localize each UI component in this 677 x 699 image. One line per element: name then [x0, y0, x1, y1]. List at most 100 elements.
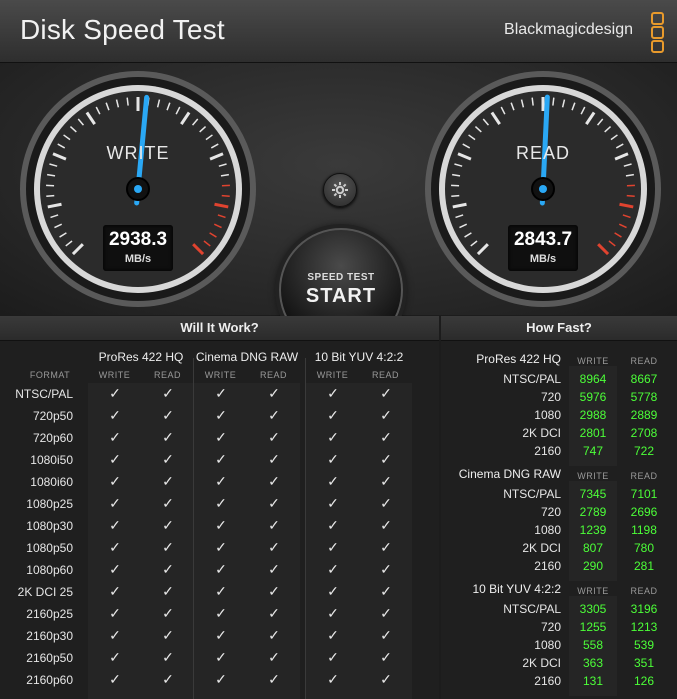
- how-fast-read-value: 2889: [630, 408, 658, 422]
- settings-button[interactable]: [323, 173, 357, 207]
- how-fast-codec-header: Cinema DNG RAW: [458, 467, 561, 481]
- check-icon: ✓: [109, 429, 121, 445]
- check-icon: ✓: [162, 407, 174, 423]
- how-fast-row-label: 720: [540, 620, 561, 634]
- write-header: WRITE: [316, 370, 349, 380]
- write-readout: 2938.3 MB/s: [103, 225, 173, 271]
- check-icon: ✓: [380, 451, 392, 467]
- check-icon: ✓: [215, 517, 227, 533]
- check-icon: ✓: [380, 649, 392, 665]
- how-fast-read-value: 5778: [630, 390, 658, 404]
- how-fast-read-value: 126: [633, 674, 655, 688]
- how-fast-read-header: READ: [630, 356, 658, 366]
- how-fast-row-label: 2160: [534, 559, 561, 573]
- check-icon: ✓: [162, 385, 174, 401]
- format-row-label: 1080p30: [26, 519, 73, 533]
- write-speed-unit: MB/s: [124, 253, 152, 265]
- how-fast-row-label: 1080: [534, 638, 561, 652]
- read-gauge: READ 2843.7 MB/s: [423, 69, 663, 309]
- how-fast-row-label: 2K DCI: [522, 656, 561, 670]
- check-icon: ✓: [109, 649, 121, 665]
- check-icon: ✓: [109, 517, 121, 533]
- how-fast-write-value: 558: [582, 638, 604, 652]
- how-fast-read-value: 351: [633, 656, 655, 670]
- check-icon: ✓: [268, 627, 280, 643]
- how-fast-write-value: 290: [582, 559, 604, 573]
- codec-column-bg: [88, 383, 194, 699]
- check-icon: ✓: [162, 429, 174, 445]
- read-readout: 2843.7 MB/s: [508, 225, 578, 271]
- write-header: WRITE: [204, 370, 237, 380]
- check-icon: ✓: [268, 539, 280, 555]
- read-header: READ: [153, 370, 181, 380]
- how-fast-row-label: 2160: [534, 674, 561, 688]
- check-icon: ✓: [109, 473, 121, 489]
- how-fast-read-value: 2696: [630, 505, 658, 519]
- how-fast-write-header: WRITE: [577, 356, 609, 366]
- format-row-label: 2160p60: [26, 673, 73, 687]
- how-fast-codec-header: ProRes 422 HQ: [476, 352, 561, 366]
- format-header: FORMAT: [29, 370, 71, 380]
- how-fast-write-value: 3305: [579, 602, 607, 616]
- gauge-hub-center: [539, 185, 547, 193]
- how-fast-read-value: 780: [633, 541, 655, 555]
- how-fast-write-value: 363: [582, 656, 604, 670]
- check-icon: ✓: [215, 429, 227, 445]
- check-icon: ✓: [327, 385, 339, 401]
- check-icon: ✓: [109, 561, 121, 577]
- will-it-work-panel: Will It Work? FORMAT ProRes 422 HQ WRITE RE…: [0, 316, 439, 699]
- check-icon: ✓: [268, 385, 280, 401]
- codec-column-bg: [306, 383, 412, 699]
- how-fast-write-header: WRITE: [577, 471, 609, 481]
- check-icon: ✓: [327, 583, 339, 599]
- check-icon: ✓: [327, 605, 339, 621]
- check-icon: ✓: [268, 583, 280, 599]
- check-icon: ✓: [268, 407, 280, 423]
- check-icon: ✓: [109, 627, 121, 643]
- how-fast-write-value: 747: [582, 444, 604, 458]
- check-icon: ✓: [268, 473, 280, 489]
- how-fast-read-value: 2708: [630, 426, 658, 440]
- check-icon: ✓: [109, 539, 121, 555]
- write-gauge-dial: [20, 71, 256, 307]
- check-icon: ✓: [268, 561, 280, 577]
- read-header: READ: [371, 370, 399, 380]
- gauge-tick: [451, 194, 460, 197]
- check-icon: ✓: [109, 407, 121, 423]
- app-title: Disk Speed Test: [20, 14, 225, 45]
- how-fast-read-value: 7101: [630, 487, 658, 501]
- codec-header: 10 Bit YUV 4:2:2: [314, 350, 404, 364]
- read-speed-value: 2843.7: [513, 229, 573, 250]
- start-button-subtitle: SPEED TEST: [307, 272, 375, 283]
- column-separator: [305, 358, 306, 699]
- check-icon: ✓: [327, 517, 339, 533]
- check-icon: ✓: [162, 517, 174, 533]
- how-fast-write-value: 1239: [579, 523, 607, 537]
- how-fast-write-value: 2988: [579, 408, 607, 422]
- how-fast-write-value: 2789: [579, 505, 607, 519]
- check-icon: ✓: [327, 539, 339, 555]
- check-icon: ✓: [215, 605, 227, 621]
- how-fast-row-label: NTSC/PAL: [503, 602, 561, 616]
- codec-header: Cinema DNG RAW: [195, 350, 299, 364]
- how-fast-write-value: 5976: [579, 390, 607, 404]
- brand-logo-icon: [651, 12, 665, 53]
- check-icon: ✓: [327, 473, 339, 489]
- check-icon: ✓: [380, 539, 392, 555]
- check-icon: ✓: [109, 671, 121, 687]
- how-fast-row-label: 2K DCI: [522, 426, 561, 440]
- how-fast-row-label: 720: [540, 505, 561, 519]
- how-fast-write-header: WRITE: [577, 586, 609, 596]
- check-icon: ✓: [327, 495, 339, 511]
- check-icon: ✓: [327, 451, 339, 467]
- check-icon: ✓: [380, 517, 392, 533]
- how-fast-title: How Fast?: [441, 316, 677, 341]
- check-icon: ✓: [109, 451, 121, 467]
- check-icon: ✓: [162, 627, 174, 643]
- format-row-label: 720p50: [32, 409, 73, 423]
- check-icon: ✓: [380, 561, 392, 577]
- how-fast-row-label: 2160: [534, 444, 561, 458]
- format-row-label: 720p60: [32, 431, 73, 445]
- check-icon: ✓: [380, 429, 392, 445]
- check-icon: ✓: [215, 561, 227, 577]
